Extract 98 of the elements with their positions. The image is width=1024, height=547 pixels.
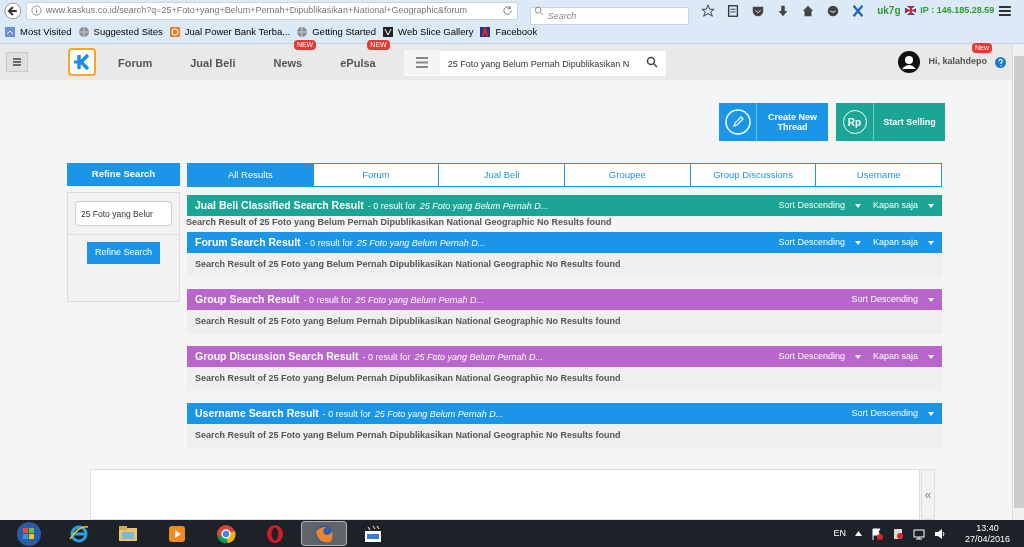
result-message: Search Result of 25 Foto yang Belum Pernah Dipublikasikan National Geographic No Results found <box>187 310 942 334</box>
menu-icon[interactable] <box>998 4 1012 17</box>
flag-icon <box>904 6 917 15</box>
section-title: Forum Search Result <box>195 234 301 250</box>
start-button[interactable] <box>16 520 42 547</box>
collapse-button[interactable]: « <box>921 469 935 520</box>
tab[interactable]: Username <box>815 164 942 186</box>
section-title: Jual Beli Classified Search Result <box>195 197 364 213</box>
bookmark-link[interactable]: Web Slice Gallery <box>382 24 474 40</box>
ip-address: IP : 146.185.28.59 <box>920 3 995 17</box>
speaker-icon[interactable] <box>933 527 946 540</box>
tab[interactable]: Groupee <box>564 164 690 186</box>
globe-icon <box>77 26 90 38</box>
bookmark-link[interactable]: Getting Started <box>296 24 377 40</box>
tab[interactable]: Jual Beli <box>438 164 564 186</box>
firefox-icon <box>313 522 335 545</box>
user-greeting[interactable]: Hi, kalahdepo <box>928 55 987 69</box>
result-count: - 0 result for <box>362 350 411 364</box>
nav-link[interactable]: News <box>273 57 303 69</box>
device-icon[interactable] <box>891 527 904 540</box>
back-button[interactable] <box>4 1 22 20</box>
tab[interactable]: Forum <box>312 164 439 186</box>
dropdown-button[interactable]: Sort Descending <box>851 292 934 307</box>
bookmark-link[interactable]: Most Visited <box>4 24 72 40</box>
bookmark-link[interactable]: Suggested Sites <box>77 24 163 40</box>
chat-icon[interactable] <box>826 3 841 18</box>
caret-icon <box>928 354 934 359</box>
bookmark-icon <box>168 26 181 38</box>
result-message: Search Result of 25 Foto yang Belum Pernah Dipublikasikan National Geographic No Results found <box>187 424 942 448</box>
menu-button[interactable] <box>6 52 28 72</box>
refine-button[interactable]: Refine Search <box>86 242 160 264</box>
scrollbar[interactable] <box>1012 44 1024 520</box>
result-count: - 0 result for <box>303 293 352 307</box>
network-icon[interactable] <box>912 527 925 540</box>
section-title: Username Search Result <box>195 405 319 421</box>
query-text: 25 Foto yang Belum Pernah D... <box>356 236 486 250</box>
nav-link[interactable]: Forum <box>118 57 153 69</box>
caret-icon <box>928 411 934 416</box>
result-message: Search Result of 25 Foto yang Belum Pernah Dipublikasikan National Geographic No Results found <box>186 216 613 228</box>
result-count: - 0 result for <box>304 236 353 250</box>
clock-time[interactable]: 13:40 <box>976 522 999 534</box>
reload-icon[interactable] <box>501 5 513 16</box>
globe-icon <box>296 26 309 38</box>
dropdown-button[interactable]: Sort Descending <box>778 349 861 364</box>
caret-icon <box>854 354 861 359</box>
result-count: - 0 result for <box>367 199 416 213</box>
tab[interactable]: All Results <box>188 164 313 186</box>
logo-icon[interactable] <box>68 48 96 76</box>
user-label: uk7g <box>877 4 901 18</box>
section-title: Group Discussion Search Result <box>195 348 359 364</box>
caret-icon <box>928 203 934 208</box>
avatar-icon[interactable] <box>898 51 921 73</box>
section-title: Group Search Result <box>195 291 300 307</box>
dropdown-button[interactable]: Kapan saja <box>872 235 934 250</box>
dropdown-button[interactable]: Sort Descending <box>851 406 934 421</box>
help-icon[interactable] <box>995 56 1006 68</box>
pencil-icon <box>724 109 751 135</box>
query-text: 25 Foto yang Belum Pernah D... <box>419 199 549 213</box>
bookmark-icon <box>4 26 16 38</box>
flag-icon[interactable] <box>870 527 883 540</box>
search-field[interactable]: Search <box>529 6 690 25</box>
chrome-icon <box>215 522 237 545</box>
chevron-up-icon[interactable] <box>854 531 862 536</box>
caret-icon <box>928 297 934 302</box>
caret-icon <box>854 240 861 245</box>
search-field[interactable]: 25 Foto yang Belur <box>75 201 172 226</box>
bookmark-icon <box>382 26 395 38</box>
star-icon[interactable] <box>701 3 716 18</box>
x-icon[interactable] <box>851 3 866 18</box>
info-icon <box>30 5 42 16</box>
action-button[interactable]: Rp Start Selling <box>836 103 945 141</box>
result-message: Search Result of 25 Foto yang Belum Pernah Dipublikasikan National Geographic No Results found <box>187 367 942 391</box>
action-button[interactable]: Create New Thread <box>719 103 828 141</box>
clipboard-icon[interactable] <box>726 3 741 18</box>
nav-link[interactable]: Jual Beli <box>190 57 236 69</box>
dropdown-button[interactable]: Sort Descending <box>778 235 861 250</box>
tab[interactable]: Group Discussions <box>689 164 816 186</box>
caret-icon <box>854 203 861 208</box>
language-indicator[interactable]: EN <box>833 526 846 541</box>
panel-title: Refine Search <box>67 163 180 186</box>
dropdown-button[interactable]: Kapan saja <box>872 349 934 364</box>
caret-icon <box>928 240 934 245</box>
dropdown-button[interactable]: Sort Descending <box>778 198 861 213</box>
search-icon[interactable] <box>645 55 658 68</box>
bookmark-link[interactable]: Facebook <box>479 24 538 40</box>
home-icon[interactable] <box>801 3 816 18</box>
clock-date[interactable]: 27/04/2016 <box>964 533 1010 545</box>
dropdown-button[interactable]: Kapan saja <box>872 198 934 213</box>
query-text: 25 Foto yang Belum Pernah D... <box>374 407 504 421</box>
nav-link[interactable]: ePulsa <box>340 57 376 69</box>
url-field[interactable]: www.kaskus.co.id/search?q=25+Foto+yang+Belum+Pernah+Dipublikasikan+National+Geographic&forum <box>25 1 518 20</box>
result-count: - 0 result for <box>322 407 371 421</box>
search-icon <box>533 5 544 16</box>
query-text: 25 Foto yang Belum Pernah D... <box>355 293 485 307</box>
bookmark-icon <box>479 26 492 38</box>
result-message: Search Result of 25 Foto yang Belum Pernah Dipublikasikan National Geographic No Results found <box>187 253 942 277</box>
bookmark-link[interactable]: Jual Power Bank Terba... <box>168 24 291 40</box>
query-text: 25 Foto yang Belum Pernah D... <box>414 350 543 364</box>
